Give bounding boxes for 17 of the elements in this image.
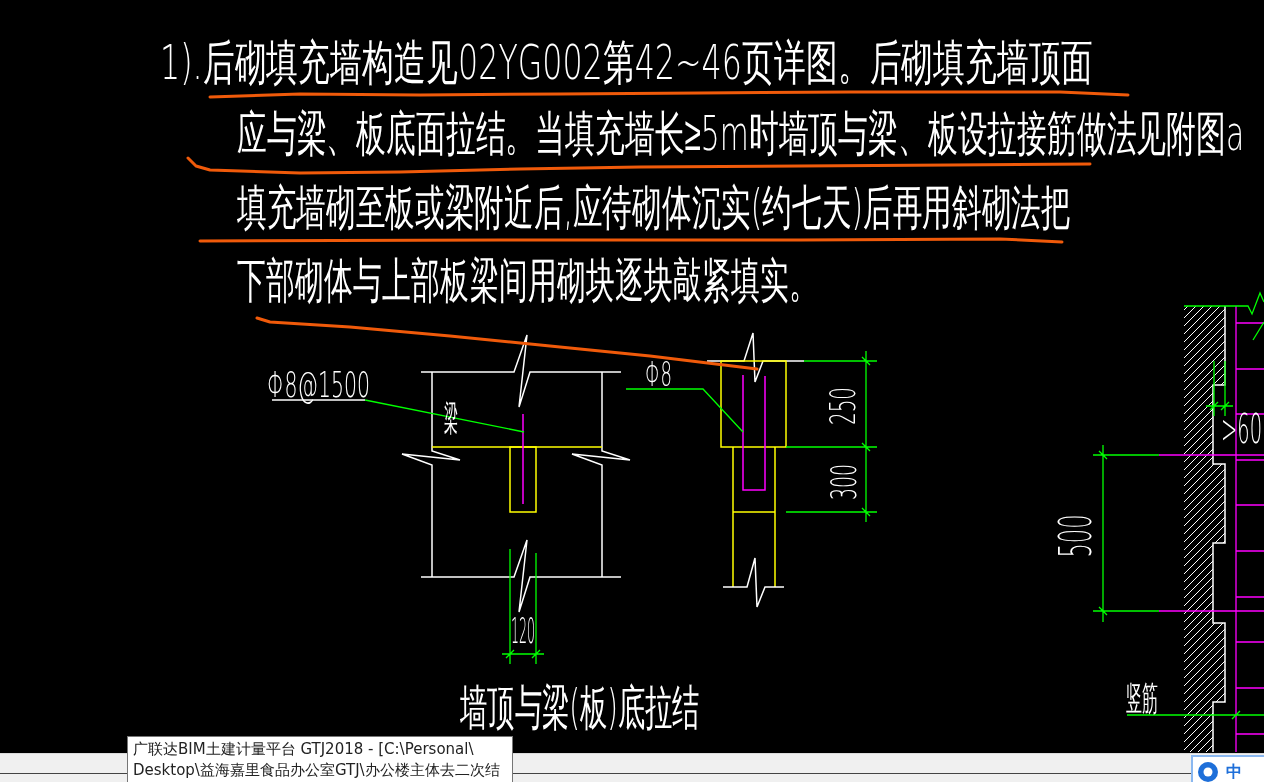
rebar-spec-label: Φ8 bbox=[645, 354, 672, 394]
note-text: 1).后砌填充墙构造见02YG002第42~46页详图。后砌填充墙顶面 bbox=[160, 33, 1094, 91]
note-text: 下部砌体与上部板梁间用砌块逐块敲紧填实。 bbox=[237, 252, 819, 308]
figure-title: 墙顶与梁(板)底拉结 bbox=[460, 679, 700, 735]
dimension-text: 300 bbox=[821, 464, 865, 500]
tooltip-text: Desktop\益海嘉里食品办公室GTJ\办公楼主体去二次结 bbox=[133, 760, 500, 781]
dimension-text: 120 bbox=[511, 609, 535, 651]
dimension-text: 250 bbox=[821, 387, 865, 425]
note-text: 应与梁、板底面拉结。当填充墙长≥5m时墙顶与梁、板设拉接筋做法见附图a bbox=[237, 105, 1245, 161]
rebar-label: 竖筋 bbox=[1126, 678, 1159, 718]
tooltip-text: 广联达BIM土建计量平台 GTJ2018 - [C:\Personal\ bbox=[133, 739, 474, 760]
dimension-text: 500 bbox=[1050, 514, 1102, 558]
ime-toolbar[interactable]: 中 bbox=[1191, 755, 1264, 782]
input-mode-label[interactable]: 中 bbox=[1226, 762, 1242, 782]
ime-logo-icon bbox=[1198, 762, 1218, 782]
note-text: 填充墙砌至板或梁附近后,应待砌体沉实(约七天)后再用斜砌法把 bbox=[237, 179, 1071, 235]
rebar-spec-label: Φ8@1500 bbox=[267, 364, 370, 406]
